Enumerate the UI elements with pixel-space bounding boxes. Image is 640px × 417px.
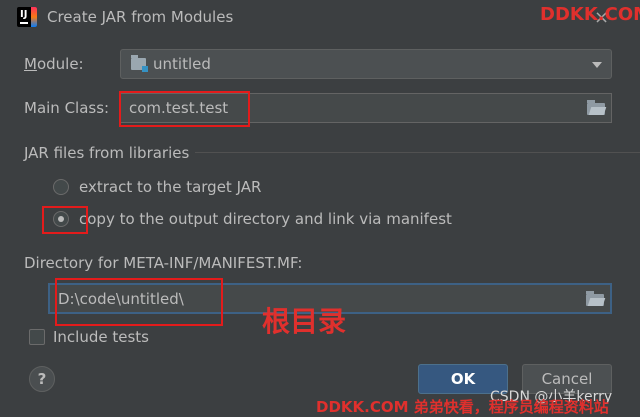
main-class-label: Main Class: <box>24 99 110 117</box>
chevron-down-icon[interactable] <box>592 62 602 68</box>
intellij-idea-icon: IJ <box>17 7 37 27</box>
highlight-manifest-dir <box>55 278 223 326</box>
watermark-top: DDKK.COM <box>540 4 640 25</box>
module-label-rest: odule: <box>36 55 84 73</box>
module-value: untitled <box>153 55 211 73</box>
folder-open-icon[interactable] <box>587 100 605 115</box>
dialog-title: Create JAR from Modules <box>47 8 234 26</box>
jar-files-section-label: JAR files from libraries <box>24 144 190 162</box>
highlight-copy-option <box>42 206 88 234</box>
include-tests-label[interactable]: Include tests <box>53 328 149 346</box>
folder-open-icon[interactable] <box>586 291 604 306</box>
watermark-bottom: DDKK.COM 弟弟快看，程序员编程资料站 <box>316 398 609 416</box>
radio-extract[interactable] <box>53 179 69 195</box>
module-folder-icon <box>131 55 148 72</box>
highlight-main-class <box>119 91 250 127</box>
module-select[interactable]: untitled <box>120 49 612 79</box>
section-divider <box>195 152 640 153</box>
radio-extract-label[interactable]: extract to the target JAR <box>79 178 261 196</box>
module-label: Module: <box>24 55 84 73</box>
include-tests-checkbox[interactable] <box>29 329 45 345</box>
help-button[interactable]: ? <box>29 366 55 392</box>
manifest-dir-label: Directory for META-INF/MANIFEST.MF: <box>24 254 303 272</box>
root-directory-annotation: 根目录 <box>262 305 347 338</box>
radio-copy-label[interactable]: copy to the output directory and link vi… <box>79 210 452 228</box>
